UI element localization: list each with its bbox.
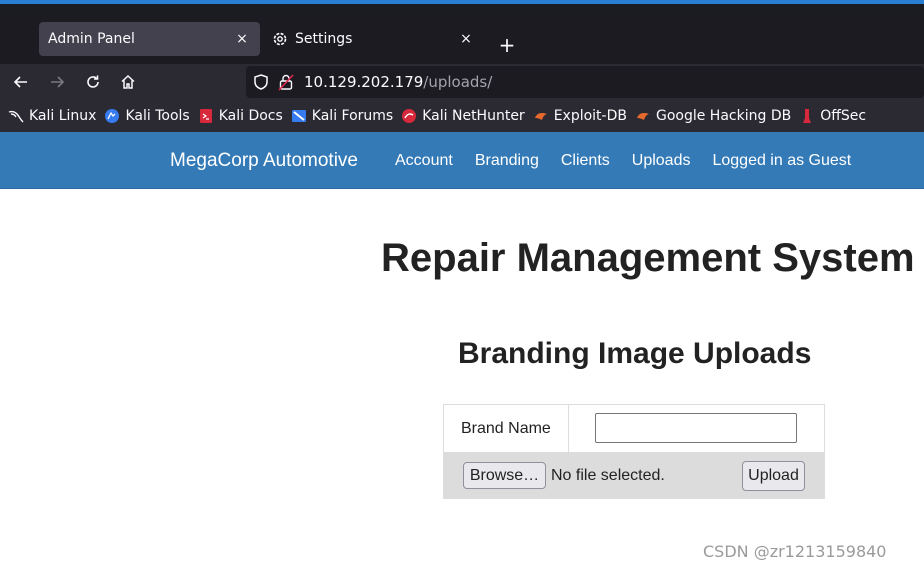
tab-bar: Admin Panel × Settings × + <box>0 14 924 64</box>
url-path: /uploads/ <box>423 73 493 91</box>
kali-tools-icon <box>104 108 120 124</box>
reload-button[interactable] <box>80 70 106 94</box>
navigation-toolbar: 10.129.202.179/uploads/ <box>0 64 924 100</box>
close-tab-icon[interactable]: × <box>232 31 252 47</box>
bookmark-label: Google Hacking DB <box>655 108 792 124</box>
brand-name-label: Brand Name <box>444 405 569 452</box>
window-accent-strip <box>0 0 924 4</box>
tab-title: Admin Panel <box>48 31 135 47</box>
bookmark-label: OffSec <box>820 108 867 124</box>
home-icon <box>121 74 135 89</box>
tab-title: Settings <box>295 31 353 47</box>
kali-dragon-icon <box>8 108 24 124</box>
nav-link-logged-in-user[interactable]: Logged in as Guest <box>712 152 851 170</box>
upload-form: Brand Name Browse… No file selected. Upl… <box>443 404 825 499</box>
bookmark-kali-forums[interactable]: Kali Forums <box>291 104 393 128</box>
site-brand[interactable]: MegaCorp Automotive <box>170 150 358 172</box>
bookmark-label: Kali NetHunter <box>422 108 525 124</box>
exploit-db-icon <box>533 108 549 124</box>
bookmark-label: Exploit-DB <box>553 108 627 124</box>
back-arrow-icon <box>13 76 27 88</box>
bookmark-kali-tools[interactable]: Kali Tools <box>104 104 190 128</box>
bookmark-google-hacking-db[interactable]: Google Hacking DB <box>635 104 791 128</box>
browse-button[interactable]: Browse… <box>463 462 546 489</box>
home-button[interactable] <box>115 70 141 94</box>
file-status-text: No file selected. <box>551 467 665 484</box>
bookmarks-toolbar: Kali Linux Kali Tools Kali Docs Kali For… <box>0 100 924 132</box>
section-title: Branding Image Uploads <box>458 337 812 370</box>
close-tab-icon[interactable]: × <box>456 31 476 47</box>
ghdb-icon <box>635 108 651 124</box>
url-host: 10.129.202.179 <box>304 73 424 91</box>
gear-icon <box>271 30 289 48</box>
brand-name-row: Brand Name <box>444 405 824 452</box>
kali-forums-icon <box>291 108 307 124</box>
file-upload-row: Browse… No file selected. Upload <box>444 452 824 498</box>
offsec-icon <box>799 108 815 124</box>
insecure-lock-icon <box>278 73 294 91</box>
tab-settings[interactable]: Settings × <box>262 22 484 56</box>
url-bar[interactable]: 10.129.202.179/uploads/ <box>246 66 924 98</box>
kali-nethunter-icon <box>401 108 417 124</box>
nav-link-clients[interactable]: Clients <box>561 152 610 170</box>
kali-docs-icon <box>198 108 214 124</box>
upload-button[interactable]: Upload <box>742 461 805 491</box>
nav-link-account[interactable]: Account <box>395 152 453 170</box>
shield-icon <box>252 73 270 91</box>
bookmark-label: Kali Forums <box>311 108 394 124</box>
nav-link-branding[interactable]: Branding <box>475 152 539 170</box>
page-title: Repair Management System <box>381 236 915 280</box>
bookmark-label: Kali Tools <box>125 108 190 124</box>
watermark: CSDN @zr1213159840 <box>703 542 887 561</box>
forward-button[interactable] <box>44 70 70 94</box>
bookmark-label: Kali Docs <box>218 108 283 124</box>
brand-name-input[interactable] <box>595 413 797 443</box>
bookmark-exploit-db[interactable]: Exploit-DB <box>533 104 627 128</box>
bookmark-kali-docs[interactable]: Kali Docs <box>198 104 283 128</box>
back-button[interactable] <box>8 70 34 94</box>
bookmark-kali-linux[interactable]: Kali Linux <box>8 104 96 128</box>
bookmark-offsec[interactable]: OffSec <box>799 104 866 128</box>
bookmark-kali-nethunter[interactable]: Kali NetHunter <box>401 104 525 128</box>
site-nav-links: Account Branding Clients Uploads Logged … <box>395 152 873 170</box>
new-tab-button[interactable]: + <box>494 34 520 58</box>
reload-icon <box>87 75 99 88</box>
bookmark-label: Kali Linux <box>29 108 97 124</box>
tab-admin-panel[interactable]: Admin Panel × <box>39 22 260 56</box>
nav-link-uploads[interactable]: Uploads <box>632 152 691 170</box>
forward-arrow-icon <box>51 76 65 88</box>
site-navbar: MegaCorp Automotive Account Branding Cli… <box>0 132 924 189</box>
